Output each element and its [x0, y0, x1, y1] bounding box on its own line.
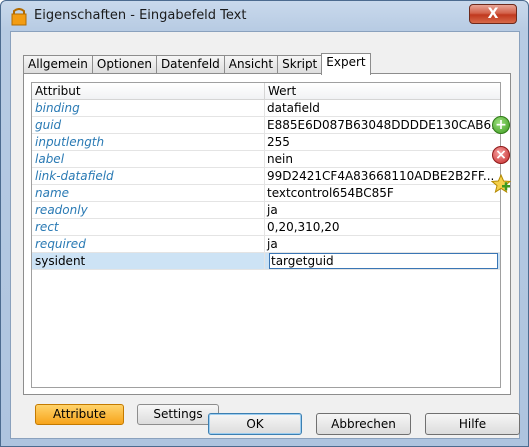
settings-toggle-button[interactable]: Settings	[137, 404, 219, 425]
close-button[interactable]: X	[469, 4, 517, 24]
ok-button[interactable]: OK	[208, 413, 302, 435]
dialog-client-area: Allgemein Optionen Datenfeld Ansicht Skr…	[10, 31, 520, 439]
attribute-cell: binding	[32, 100, 265, 116]
tab-expert[interactable]: Expert	[321, 53, 371, 75]
value-cell[interactable]: nein	[265, 151, 500, 167]
tab-ansicht[interactable]: Ansicht	[223, 55, 279, 74]
attribute-table[interactable]: Attribut Wert binding datafield guid E88…	[31, 82, 501, 388]
value-cell[interactable]: 99D2421CF4A83668110ADBE2B2FF...	[265, 168, 500, 184]
table-row[interactable]: link-datafield 99D2421CF4A83668110ADBE2B…	[32, 168, 500, 185]
star-add-icon[interactable]	[491, 174, 511, 194]
table-row[interactable]: inputlength 255	[32, 134, 500, 151]
window-title: Eigenschaften - Eingabefeld Text	[34, 8, 247, 23]
attribute-cell: required	[32, 236, 265, 252]
value-cell[interactable]: textcontrol654BC85F	[265, 185, 500, 201]
table-row[interactable]: rect 0,20,310,20	[32, 219, 500, 236]
table-row[interactable]: binding datafield	[32, 100, 500, 117]
value-cell[interactable]: 0,20,310,20	[265, 219, 500, 235]
help-button[interactable]: Hilfe	[425, 413, 520, 435]
value-cell[interactable]: ja	[265, 202, 500, 218]
value-cell[interactable]: ja	[265, 236, 500, 252]
tab-allgemein[interactable]: Allgemein	[23, 55, 93, 74]
tab-strip: Allgemein Optionen Datenfeld Ansicht Skr…	[23, 53, 371, 75]
table-row[interactable]: name textcontrol654BC85F	[32, 185, 500, 202]
attribute-cell: guid	[32, 117, 265, 133]
value-cell[interactable]: datafield	[265, 100, 500, 116]
plus-glyph: +	[495, 117, 507, 133]
tab-optionen[interactable]: Optionen	[91, 55, 157, 74]
table-row-selected[interactable]: sysident targetguid	[32, 253, 500, 270]
expert-tab-panel: Attribut Wert binding datafield guid E88…	[23, 73, 511, 395]
x-glyph: ×	[495, 147, 507, 163]
tab-datenfeld[interactable]: Datenfeld	[155, 55, 225, 74]
value-cell[interactable]: E885E6D087B63048DDDDE130CAB6...	[265, 117, 500, 133]
value-edit-input[interactable]: targetguid	[269, 253, 498, 269]
value-edit-cell[interactable]: targetguid	[265, 253, 500, 269]
attribute-toggle-button[interactable]: Attribute	[35, 404, 124, 425]
properties-dialog-window: Eigenschaften - Eingabefeld Text X Allge…	[0, 0, 529, 447]
cancel-button[interactable]: Abbrechen	[316, 413, 411, 435]
add-attribute-icon[interactable]: +	[492, 116, 510, 134]
table-header: Attribut Wert	[32, 83, 500, 100]
remove-attribute-icon[interactable]: ×	[492, 146, 510, 164]
table-row[interactable]: required ja	[32, 236, 500, 253]
app-icon	[11, 8, 27, 26]
attribute-cell: name	[32, 185, 265, 201]
column-header-value[interactable]: Wert	[265, 83, 500, 99]
table-row[interactable]: guid E885E6D087B63048DDDDE130CAB6...	[32, 117, 500, 134]
value-cell[interactable]: 255	[265, 134, 500, 150]
attribute-cell: rect	[32, 219, 265, 235]
table-row[interactable]: label nein	[32, 151, 500, 168]
column-header-attribute[interactable]: Attribut	[32, 83, 265, 99]
title-bar[interactable]: Eigenschaften - Eingabefeld Text X	[1, 1, 528, 31]
table-row[interactable]: readonly ja	[32, 202, 500, 219]
attribute-cell: link-datafield	[32, 168, 265, 184]
attribute-cell: inputlength	[32, 134, 265, 150]
attribute-cell: sysident	[32, 253, 265, 269]
tab-skript[interactable]: Skript	[277, 55, 323, 74]
attribute-cell: label	[32, 151, 265, 167]
attribute-cell: readonly	[32, 202, 265, 218]
